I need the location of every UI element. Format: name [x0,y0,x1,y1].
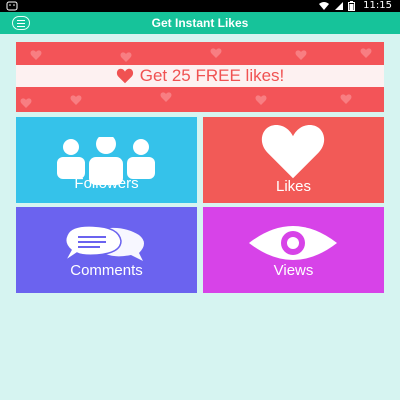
page-title: Get Instant Likes [151,16,249,30]
followers-label: Followers [74,175,139,192]
heart-icon [261,125,325,179]
free-likes-banner[interactable]: Get 25 FREE likes! [16,42,384,112]
battery-icon [348,1,356,11]
followers-tile[interactable]: Followers [16,117,197,203]
status-bar: 11:15 [0,0,400,12]
banner-text: Get 25 FREE likes! [139,66,285,85]
comments-label: Comments [70,262,143,279]
android-icon [6,1,18,11]
views-label: Views [273,262,314,279]
likes-tile[interactable]: Likes [203,117,384,203]
wifi-icon [319,2,330,10]
eye-icon [249,226,337,260]
menu-icon[interactable] [12,16,30,30]
comments-tile[interactable]: Comments [16,207,197,293]
status-icons: 11:15 [318,0,392,12]
views-tile[interactable]: Views [203,207,384,293]
app-bar: Get Instant Likes [0,12,400,34]
status-time: 11:15 [363,0,392,11]
signal-icon [335,2,344,10]
heart-icon [116,68,133,84]
banner-stripe: Get 25 FREE likes! [16,65,384,87]
likes-label: Likes [275,178,312,195]
